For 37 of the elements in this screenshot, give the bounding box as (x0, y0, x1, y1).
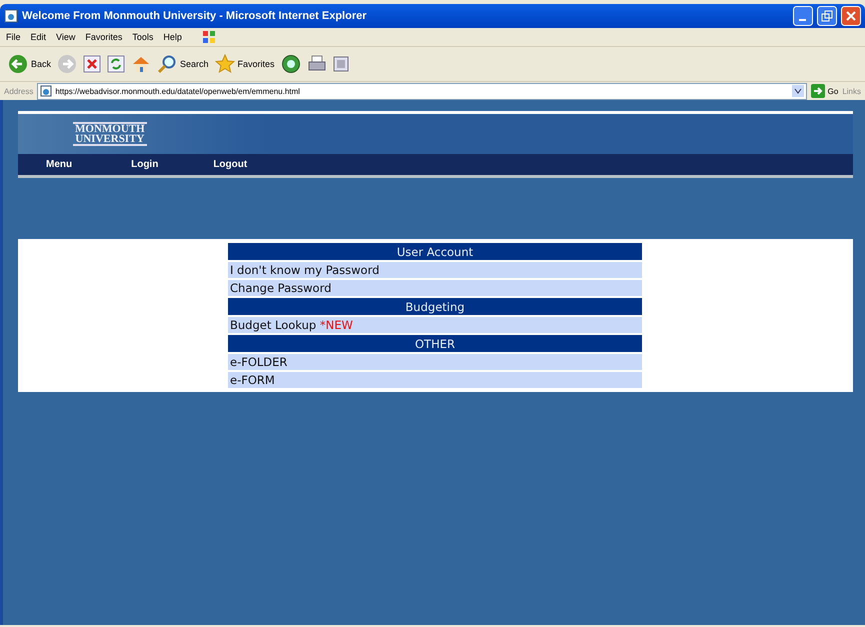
option-row[interactable]: e-FOLDER (228, 354, 642, 370)
search-icon[interactable] (157, 54, 178, 74)
address-field[interactable]: https://webadvisor.monmouth.edu/datatel/openweb/em/emmenu.html (37, 82, 807, 100)
section-header: User Account (228, 243, 642, 260)
menu-item[interactable]: Edit (30, 32, 46, 42)
nav-link[interactable]: Logout (213, 159, 248, 170)
back-button[interactable]: Back (8, 54, 52, 74)
menu-item[interactable]: Favorites (85, 32, 122, 42)
address-label: Address (4, 86, 34, 96)
menu-item[interactable]: Tools (132, 32, 154, 42)
window-icon[interactable] (332, 56, 349, 72)
star-icon[interactable] (214, 54, 235, 74)
browser-page-icon (4, 9, 18, 23)
house-icon[interactable] (131, 54, 152, 74)
window-title: Welcome From Monmouth University - Microsoft Internet Explorer (22, 10, 368, 22)
page-icon (40, 85, 52, 97)
nav-link[interactable]: Login (131, 159, 158, 170)
section-header: Budgeting (228, 298, 642, 315)
university-logo[interactable]: MONMOUTH UNIVERSITY (73, 122, 147, 146)
favorites-button[interactable]: Favorites (214, 54, 275, 74)
search-button[interactable]: Search (157, 54, 209, 74)
close-button[interactable] (841, 6, 861, 26)
minimize-button[interactable] (793, 6, 813, 26)
menu-item[interactable]: Help (163, 32, 182, 42)
option-row[interactable]: Budget Lookup *NEW (228, 317, 642, 333)
option-row[interactable]: I don't know my Password (228, 262, 642, 278)
menu-item[interactable]: View (56, 32, 76, 42)
nav-link[interactable]: Menu (46, 159, 72, 170)
stop-icon[interactable] (83, 55, 102, 73)
refresh-icon[interactable] (107, 55, 126, 73)
section-header: OTHER (228, 335, 642, 352)
restore-button[interactable] (817, 6, 837, 26)
windows-flag-icon (202, 30, 216, 44)
option-row[interactable]: e-FORM (228, 372, 642, 388)
option-row[interactable]: Change Password (228, 280, 642, 296)
menu-item[interactable]: File (6, 32, 21, 42)
globe-icon[interactable] (280, 54, 301, 74)
